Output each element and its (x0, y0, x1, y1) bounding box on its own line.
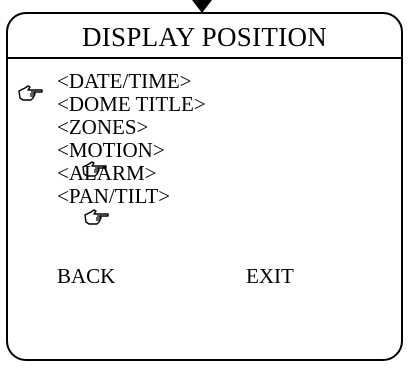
back-button[interactable]: BACK (57, 264, 115, 288)
menu-item-dome-title[interactable]: <DOME TITLE> (57, 93, 206, 116)
pointing-hand-icon (82, 160, 108, 180)
pointing-hand-icon (18, 84, 44, 104)
menu-item-pan-tilt[interactable]: <PAN/TILT> (57, 185, 206, 208)
page-title: DISPLAY POSITION (81, 22, 328, 52)
menu-list: <DATE/TIME> <DOME TITLE> <ZONES> <MOTION… (57, 70, 206, 208)
exit-button[interactable]: EXIT (246, 264, 294, 288)
osd-screen: DISPLAY POSITION <DATE/TIME> <DOME TITLE… (0, 0, 409, 369)
pointing-hand-icon (84, 208, 110, 228)
menu-item-motion[interactable]: <MOTION> (57, 139, 206, 162)
display-position-panel: DISPLAY POSITION <DATE/TIME> <DOME TITLE… (6, 12, 403, 361)
title-divider (8, 57, 401, 59)
menu-item-alarm[interactable]: <ALARM> (57, 162, 206, 185)
menu-item-date-time[interactable]: <DATE/TIME> (57, 70, 206, 93)
menu-item-zones[interactable]: <ZONES> (57, 116, 206, 139)
